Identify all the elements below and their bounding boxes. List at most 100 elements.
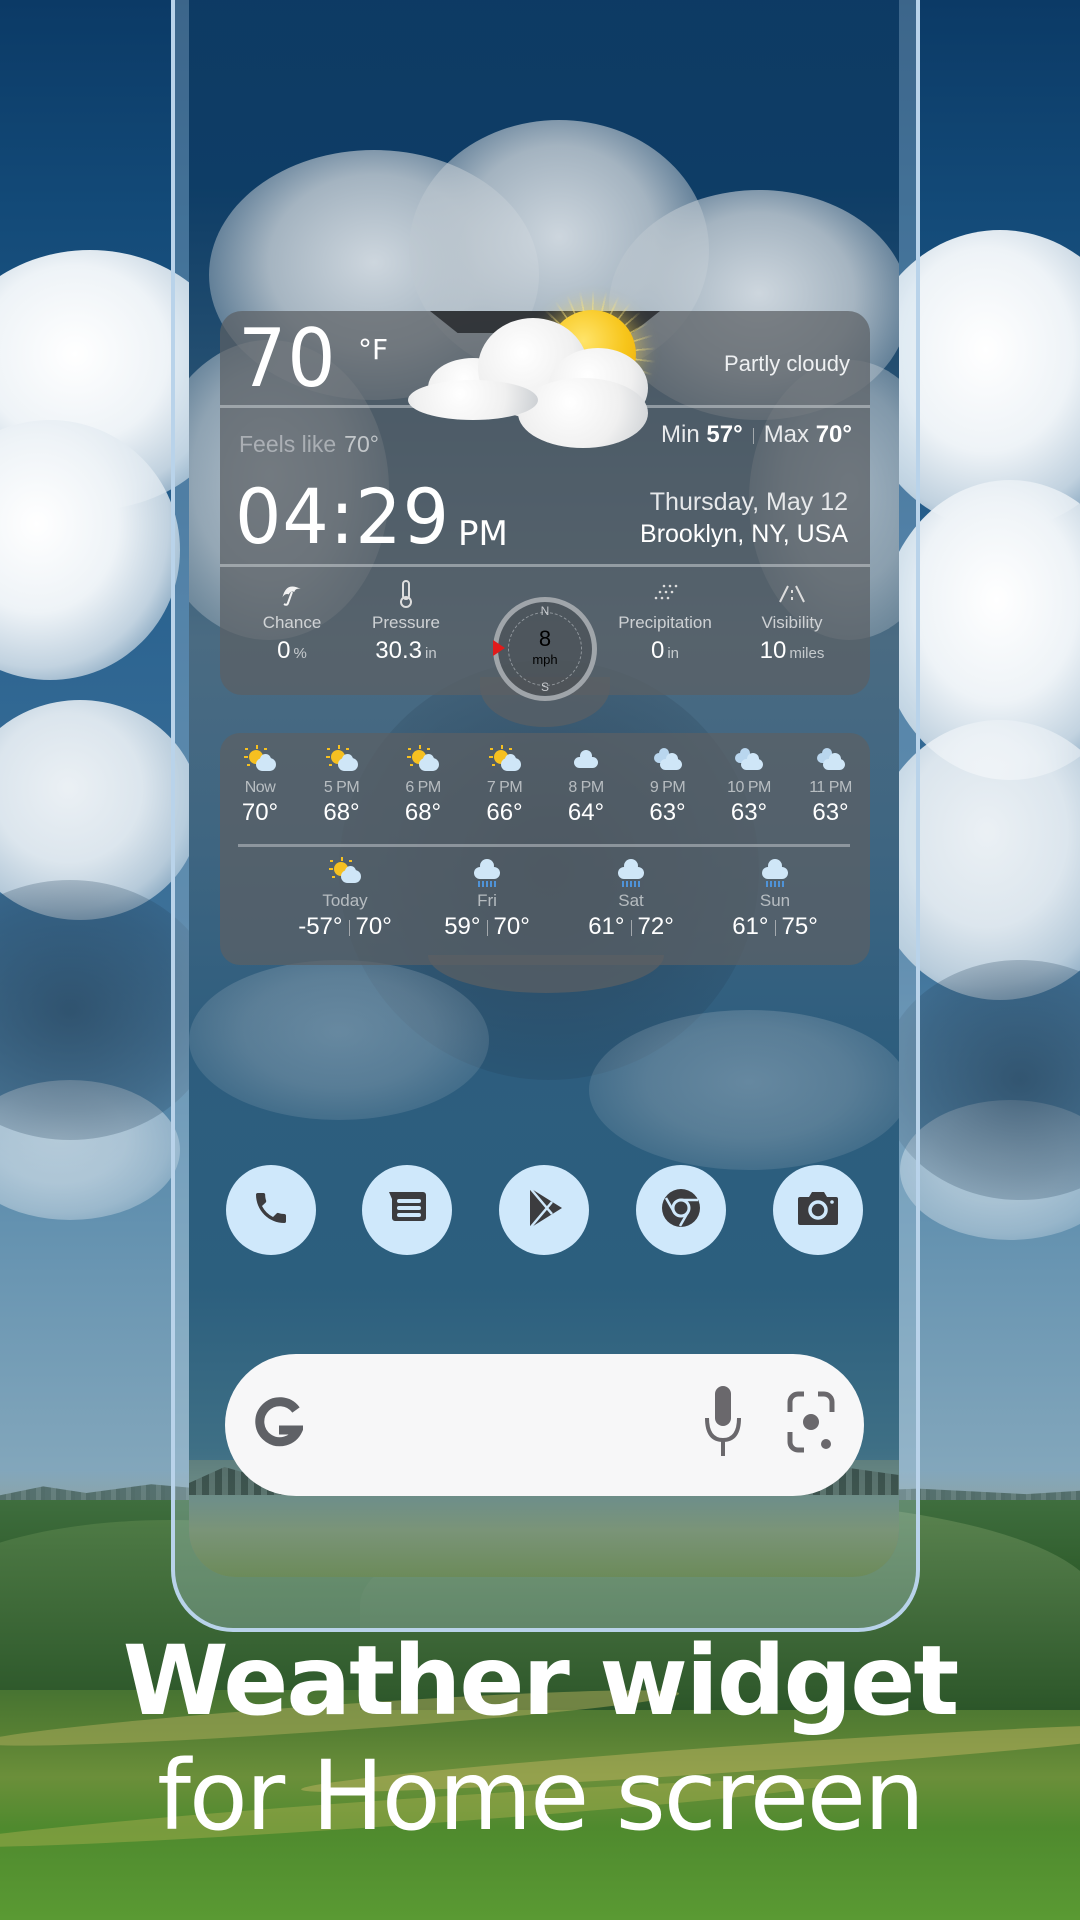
hourly-item[interactable]: 9 PM 63° — [633, 745, 703, 827]
hourly-item[interactable]: 8 PM 64° — [551, 745, 621, 827]
weather-widget-forecast[interactable]: Now 70° 5 PM 68° 6 PM 68° 7 PM 66° 8 PM 64° 9 PM 63… — [220, 733, 870, 965]
google-logo-icon[interactable] — [253, 1386, 306, 1461]
location-text[interactable]: Brooklyn, NY, USA — [640, 518, 848, 550]
hourly-item[interactable]: Now 70° — [225, 745, 295, 827]
hour-label: 10 PM — [727, 779, 771, 796]
detail-value: 0 in — [650, 637, 680, 664]
day-label: Sun — [759, 891, 791, 910]
condition-text: Partly cloudy — [724, 351, 850, 376]
clock-time[interactable]: 04:29 — [235, 479, 450, 555]
clock-ampm: PM — [458, 514, 508, 554]
day-label: Sat — [618, 891, 644, 910]
precipitation-icon — [605, 579, 725, 609]
hour-temp: 63° — [812, 799, 849, 826]
play-store-icon — [524, 1186, 564, 1235]
hour-temp: 68° — [404, 799, 442, 826]
min-value: 57° — [706, 421, 743, 448]
compass-north: N — [540, 604, 550, 618]
partly-sunny-icon — [242, 745, 278, 775]
hour-label: 6 PM — [405, 779, 441, 796]
clouds-icon — [813, 745, 849, 775]
umbrella-icon — [232, 579, 352, 609]
partly-cloudy-icon — [408, 290, 678, 458]
day-low: 61° — [588, 913, 625, 940]
separator — [630, 919, 632, 936]
chrome-app-button[interactable] — [636, 1165, 726, 1255]
thermometer-icon — [346, 579, 466, 609]
clouds-icon — [650, 745, 686, 775]
date-location: Thursday, May 12 Brooklyn, NY, USA — [640, 486, 848, 550]
play-store-app-button[interactable] — [499, 1165, 589, 1255]
camera-icon — [795, 1188, 841, 1233]
detail-label: Precipitation — [618, 613, 712, 632]
partly-sunny-icon — [324, 745, 360, 775]
detail-precipitation: Precipitation 0 in — [605, 579, 725, 665]
daily-item[interactable]: Sun 61° 75° — [700, 857, 850, 941]
separator — [348, 919, 350, 936]
detail-pressure: Pressure 30.3 in — [346, 579, 466, 665]
temperature-unit: °F — [358, 333, 389, 366]
wind-unit: mph — [532, 652, 558, 667]
messages-icon — [385, 1188, 429, 1233]
day-low: -57° — [298, 913, 343, 940]
lens-icon[interactable] — [786, 1388, 836, 1463]
feels-like: Feels like 70° — [239, 431, 379, 458]
hourly-item[interactable]: 5 PM 68° — [307, 745, 377, 827]
daily-item[interactable]: Today -57° 70° — [270, 857, 420, 941]
hourly-item[interactable]: 6 PM 68° — [388, 745, 458, 827]
rain-icon — [757, 857, 793, 887]
day-temps: 59° 70° — [412, 913, 562, 941]
hour-temp: 66° — [486, 799, 523, 826]
hour-temp: 63° — [730, 799, 768, 826]
clouds-icon — [731, 745, 767, 775]
day-temps: -57° 70° — [270, 913, 420, 941]
separator — [486, 919, 488, 936]
daily-item[interactable]: Fri 59° 70° — [412, 857, 562, 941]
day-low: 61° — [732, 913, 769, 940]
hour-temp: 68° — [323, 799, 360, 826]
max-value: 70° — [815, 421, 852, 448]
hour-label: 11 PM — [809, 779, 852, 796]
hour-temp: 63° — [649, 799, 686, 826]
separator — [752, 427, 754, 444]
messages-app-button[interactable] — [362, 1165, 452, 1255]
feels-like-label: Feels like — [239, 431, 337, 457]
partly-sunny-icon — [327, 857, 363, 887]
wind-compass[interactable]: N S 8 mph — [493, 597, 597, 701]
chrome-icon — [659, 1186, 703, 1235]
day-temps: 61° 72° — [556, 913, 706, 941]
hour-label: Now — [244, 779, 276, 796]
current-temperature: 70 — [238, 312, 337, 405]
google-search-bar[interactable] — [225, 1354, 864, 1496]
wind-speed: 8 — [538, 626, 552, 651]
hourly-item[interactable]: 7 PM 66° — [470, 745, 540, 827]
detail-label: Pressure — [371, 613, 441, 632]
detail-value: 30.3 in — [375, 637, 437, 664]
date-text: Thursday, May 12 — [649, 488, 848, 516]
day-high: 70° — [355, 913, 392, 940]
hourly-item[interactable]: 11 PM 63° — [796, 745, 866, 827]
microphone-icon[interactable] — [703, 1382, 743, 1467]
separator — [774, 919, 776, 936]
day-label: Today — [322, 891, 368, 910]
wind-direction-pointer — [493, 640, 505, 656]
feels-like-value: 70° — [344, 431, 379, 457]
hourly-item[interactable]: 10 PM 63° — [714, 745, 784, 827]
daily-item[interactable]: Sat 61° 72° — [556, 857, 706, 941]
headline-line-2: for Home screen — [157, 1740, 925, 1852]
detail-value: 10 miles — [759, 637, 825, 664]
min-max: Min 57° Max 70° — [661, 421, 852, 449]
visibility-icon — [732, 579, 852, 609]
detail-value: 0% — [277, 637, 307, 664]
hour-label: 5 PM — [323, 779, 360, 796]
detail-chance: Chance 0% — [232, 579, 352, 665]
day-high: 72° — [637, 913, 674, 940]
hour-temp: 64° — [567, 799, 605, 826]
hour-label: 9 PM — [649, 779, 686, 796]
cloud-icon — [568, 745, 604, 775]
detail-label: Visibility — [761, 613, 823, 632]
camera-app-button[interactable] — [773, 1165, 863, 1255]
phone-app-button[interactable] — [226, 1165, 316, 1255]
day-low: 59° — [444, 913, 481, 940]
max-label: Max — [763, 421, 810, 448]
